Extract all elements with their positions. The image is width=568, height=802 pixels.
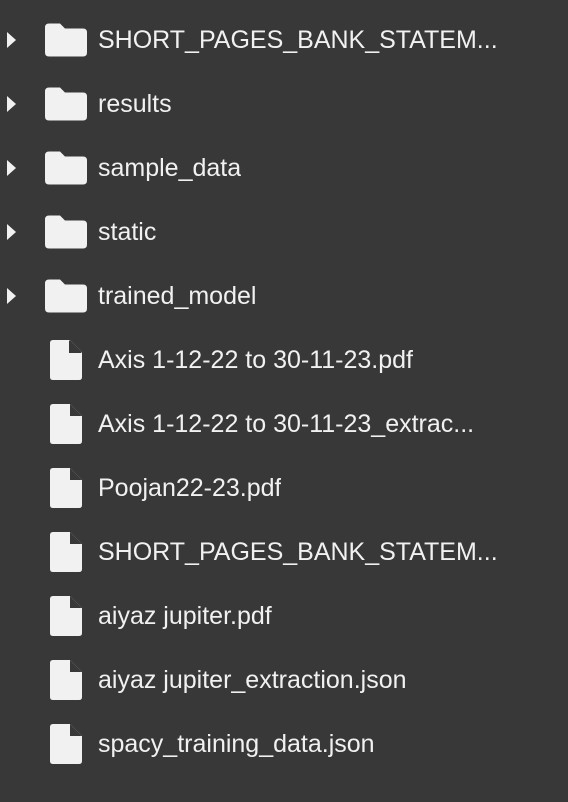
file-browser-tree: SHORT_PAGES_BANK_STATEM... results sampl… xyxy=(0,0,568,802)
folder-row-sample-data[interactable]: sample_data xyxy=(0,141,568,195)
expand-arrow-icon[interactable] xyxy=(7,96,16,112)
file-name: SHORT_PAGES_BANK_STATEM... xyxy=(98,538,498,566)
file-name: Axis 1-12-22 to 30-11-23_extrac... xyxy=(98,410,475,438)
folder-icon xyxy=(45,151,87,185)
file-row-axis-pdf[interactable]: Axis 1-12-22 to 30-11-23.pdf xyxy=(0,333,568,387)
folder-name: static xyxy=(98,218,157,246)
folder-icon xyxy=(45,87,87,121)
folder-name: SHORT_PAGES_BANK_STATEM... xyxy=(98,26,498,54)
file-icon xyxy=(50,404,82,444)
folder-name: sample_data xyxy=(98,154,242,182)
folder-row-trained-model[interactable]: trained_model xyxy=(0,269,568,323)
folder-row-results[interactable]: results xyxy=(0,77,568,131)
folder-icon xyxy=(45,279,87,313)
file-row-aiyaz-jupiter-extraction[interactable]: aiyaz jupiter_extraction.json xyxy=(0,653,568,707)
folder-row-short-pages-bank-statements[interactable]: SHORT_PAGES_BANK_STATEM... xyxy=(0,13,568,67)
folder-name: results xyxy=(98,90,172,118)
file-icon xyxy=(50,532,82,572)
expand-arrow-icon[interactable] xyxy=(7,160,16,176)
expand-arrow-icon[interactable] xyxy=(7,224,16,240)
file-name: Axis 1-12-22 to 30-11-23.pdf xyxy=(98,346,414,374)
folder-icon xyxy=(45,215,87,249)
file-icon xyxy=(50,660,82,700)
file-name: spacy_training_data.json xyxy=(98,730,375,758)
file-icon xyxy=(50,724,82,764)
file-row-short-pages-bank-statement[interactable]: SHORT_PAGES_BANK_STATEM... xyxy=(0,525,568,579)
file-name: Poojan22-23.pdf xyxy=(98,474,282,502)
folder-icon xyxy=(45,23,87,57)
file-icon xyxy=(50,340,82,380)
expand-arrow-icon[interactable] xyxy=(7,288,16,304)
expand-arrow-icon[interactable] xyxy=(7,32,16,48)
file-icon xyxy=(50,596,82,636)
file-name: aiyaz jupiter_extraction.json xyxy=(98,666,407,694)
file-icon xyxy=(50,468,82,508)
folder-name: trained_model xyxy=(98,282,257,310)
file-row-poojan-pdf[interactable]: Poojan22-23.pdf xyxy=(0,461,568,515)
file-name: aiyaz jupiter.pdf xyxy=(98,602,272,630)
file-row-axis-extraction[interactable]: Axis 1-12-22 to 30-11-23_extrac... xyxy=(0,397,568,451)
file-row-spacy-training-data[interactable]: spacy_training_data.json xyxy=(0,717,568,771)
folder-row-static[interactable]: static xyxy=(0,205,568,259)
file-row-aiyaz-jupiter-pdf[interactable]: aiyaz jupiter.pdf xyxy=(0,589,568,643)
